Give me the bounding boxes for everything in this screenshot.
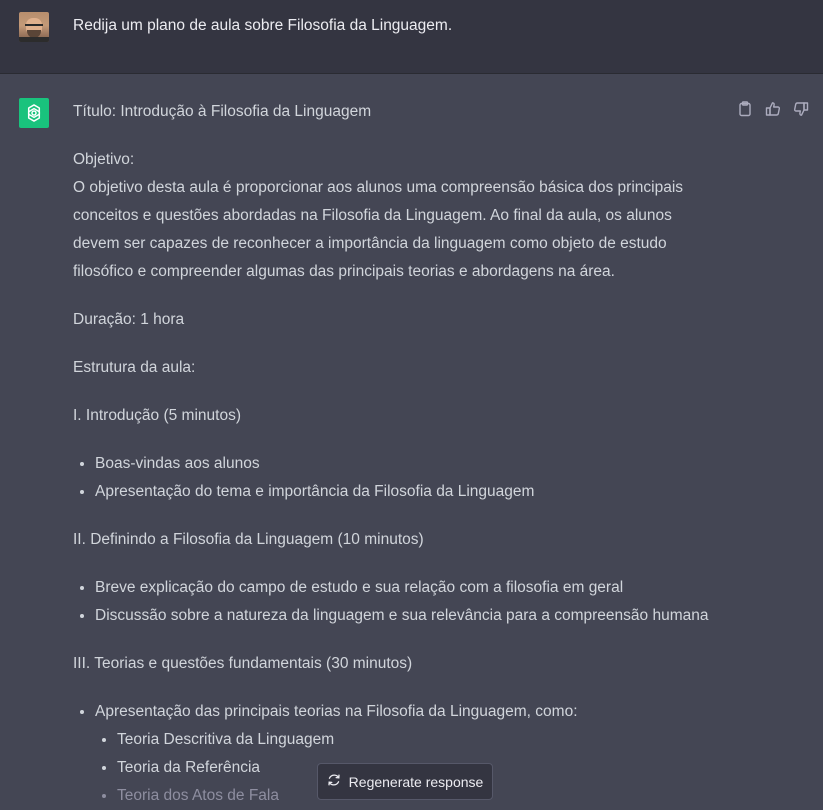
clipboard-icon[interactable]: [737, 101, 753, 117]
assistant-response: Título: Introdução à Filosofia da Lingua…: [73, 98, 733, 810]
message-actions: [737, 101, 809, 117]
user-avatar: [19, 12, 49, 42]
refresh-icon: [327, 773, 341, 790]
list-item: Breve explicação do campo de estudo e su…: [73, 574, 733, 602]
objective-line: filosófico e compreender algumas das pri…: [73, 263, 615, 280]
regenerate-response-button[interactable]: Regenerate response: [317, 763, 493, 800]
section-list: Breve explicação do campo de estudo e su…: [73, 574, 733, 630]
list-item: Apresentação das principais teorias na F…: [73, 698, 733, 726]
user-message-text: Redija um plano de aula sobre Filosofia …: [73, 17, 453, 34]
thumbs-down-icon[interactable]: [793, 101, 809, 117]
list-item: Teoria Descritiva da Linguagem: [95, 726, 733, 754]
objective-line: devem ser capazes de reconhecer a import…: [73, 235, 667, 252]
section-heading: III. Teorias e questões fundamentais (30…: [73, 655, 413, 672]
section-list: Apresentação das principais teorias na F…: [73, 698, 733, 726]
objective-line: conceitos e questões abordadas na Filoso…: [73, 207, 672, 224]
list-item: Discussão sobre a natureza da linguagem …: [73, 602, 733, 630]
section-list: Boas-vindas aos alunos Apresentação do t…: [73, 450, 733, 506]
user-message-row: Redija um plano de aula sobre Filosofia …: [0, 0, 823, 74]
assistant-avatar-icon: [19, 98, 49, 128]
objective-line: O objetivo desta aula é proporcionar aos…: [73, 179, 684, 196]
regenerate-label: Regenerate response: [348, 773, 484, 790]
duration-text: Duração: 1 hora: [73, 311, 185, 328]
list-item: Boas-vindas aos alunos: [73, 450, 733, 478]
objective-label: Objetivo:: [73, 151, 135, 168]
structure-label: Estrutura da aula:: [73, 359, 196, 376]
response-title: Título: Introdução à Filosofia da Lingua…: [73, 103, 372, 120]
section-heading: II. Definindo a Filosofia da Linguagem (…: [73, 531, 424, 548]
thumbs-up-icon[interactable]: [765, 101, 781, 117]
list-item: Apresentação do tema e importância da Fi…: [73, 478, 733, 506]
section-heading: I. Introdução (5 minutos): [73, 407, 241, 424]
